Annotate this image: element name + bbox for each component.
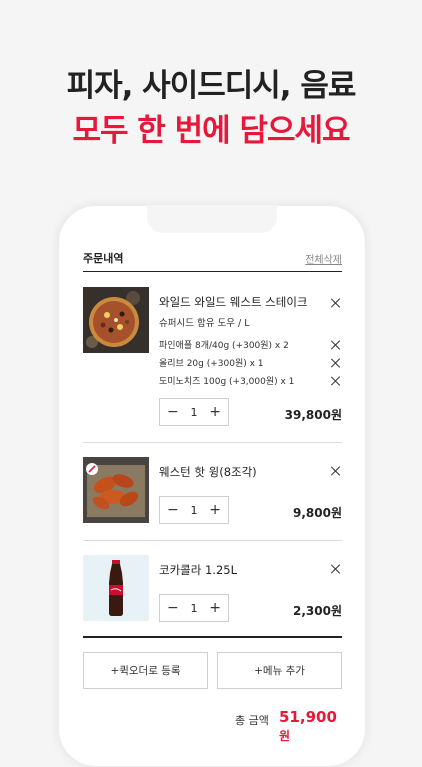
cart-item-wings: 웨스턴 핫 윙(8조각) − 1 + 9,800원 xyxy=(83,443,342,541)
item-option: 올리브 20g (+300원) x 1 xyxy=(159,359,264,369)
total-value: 51,900 xyxy=(279,708,337,726)
headline-line-1: 피자, 사이드디시, 음료 xyxy=(66,68,357,104)
remove-option-icon[interactable] xyxy=(330,375,342,387)
quantity-value: 1 xyxy=(190,601,198,615)
item-name: 와일드 와일드 웨스트 스테이크 xyxy=(159,295,308,309)
add-menu-button[interactable]: +메뉴 추가 xyxy=(217,652,342,689)
quantity-value: 1 xyxy=(190,503,198,517)
quick-order-button[interactable]: +퀵오더로 등록 xyxy=(83,652,208,689)
total-amount: 51,900 원 xyxy=(279,708,342,744)
orders-header: 주문내역 전체삭제 xyxy=(83,246,342,272)
summary-divider xyxy=(83,636,342,638)
total-label: 총 금액 xyxy=(235,714,269,727)
item-price: 2,300원 xyxy=(293,604,342,618)
increase-button[interactable]: + xyxy=(209,405,221,419)
pizza-image xyxy=(83,287,149,353)
decrease-button[interactable]: − xyxy=(167,405,179,419)
item-price: 39,800원 xyxy=(284,408,342,422)
orders-title: 주문내역 xyxy=(83,252,124,265)
item-name: 웨스턴 핫 윙(8조각) xyxy=(159,465,257,479)
headline: 피자, 사이드디시, 음료 모두 한 번에 담으세요 xyxy=(0,66,422,152)
item-dough-size: 슈퍼시드 함유 도우 / L xyxy=(159,318,250,329)
item-name: 코카콜라 1.25L xyxy=(159,563,237,577)
cart-screen: 주문내역 전체삭제 와일드 와일드 웨스트 스테이크 슈퍼시드 함유 도우 / … xyxy=(83,246,342,743)
remove-item-icon[interactable] xyxy=(330,465,342,477)
remove-item-icon[interactable] xyxy=(330,563,342,575)
remove-item-icon[interactable] xyxy=(330,297,342,309)
wings-image xyxy=(83,457,149,523)
total-unit: 원 xyxy=(279,729,291,743)
cola-image xyxy=(83,555,149,621)
remove-option-icon[interactable] xyxy=(330,357,342,369)
item-option: 파인애플 8개/40g (+300원) x 2 xyxy=(159,341,289,351)
cart-item-pizza: 와일드 와일드 웨스트 스테이크 슈퍼시드 함유 도우 / L 파인애플 8개/… xyxy=(83,272,342,443)
phone-notch xyxy=(147,205,277,233)
delete-all-button[interactable]: 전체삭제 xyxy=(305,251,342,266)
decrease-button[interactable]: − xyxy=(167,601,179,615)
phone-frame: 주문내역 전체삭제 와일드 와일드 웨스트 스테이크 슈퍼시드 함유 도우 / … xyxy=(58,205,366,767)
quantity-value: 1 xyxy=(190,405,198,419)
item-option: 도미노치즈 100g (+3,000원) x 1 xyxy=(159,377,295,387)
quantity-stepper: − 1 + xyxy=(159,398,229,426)
quantity-stepper: − 1 + xyxy=(159,496,229,524)
quantity-stepper: − 1 + xyxy=(159,594,229,622)
headline-line-2: 모두 한 번에 담으세요 xyxy=(72,113,350,149)
increase-button[interactable]: + xyxy=(209,601,221,615)
increase-button[interactable]: + xyxy=(209,503,221,517)
cart-item-cola: 코카콜라 1.25L − 1 + 2,300원 xyxy=(83,541,342,638)
item-price: 9,800원 xyxy=(293,506,342,520)
remove-option-icon[interactable] xyxy=(330,339,342,351)
decrease-button[interactable]: − xyxy=(167,503,179,517)
